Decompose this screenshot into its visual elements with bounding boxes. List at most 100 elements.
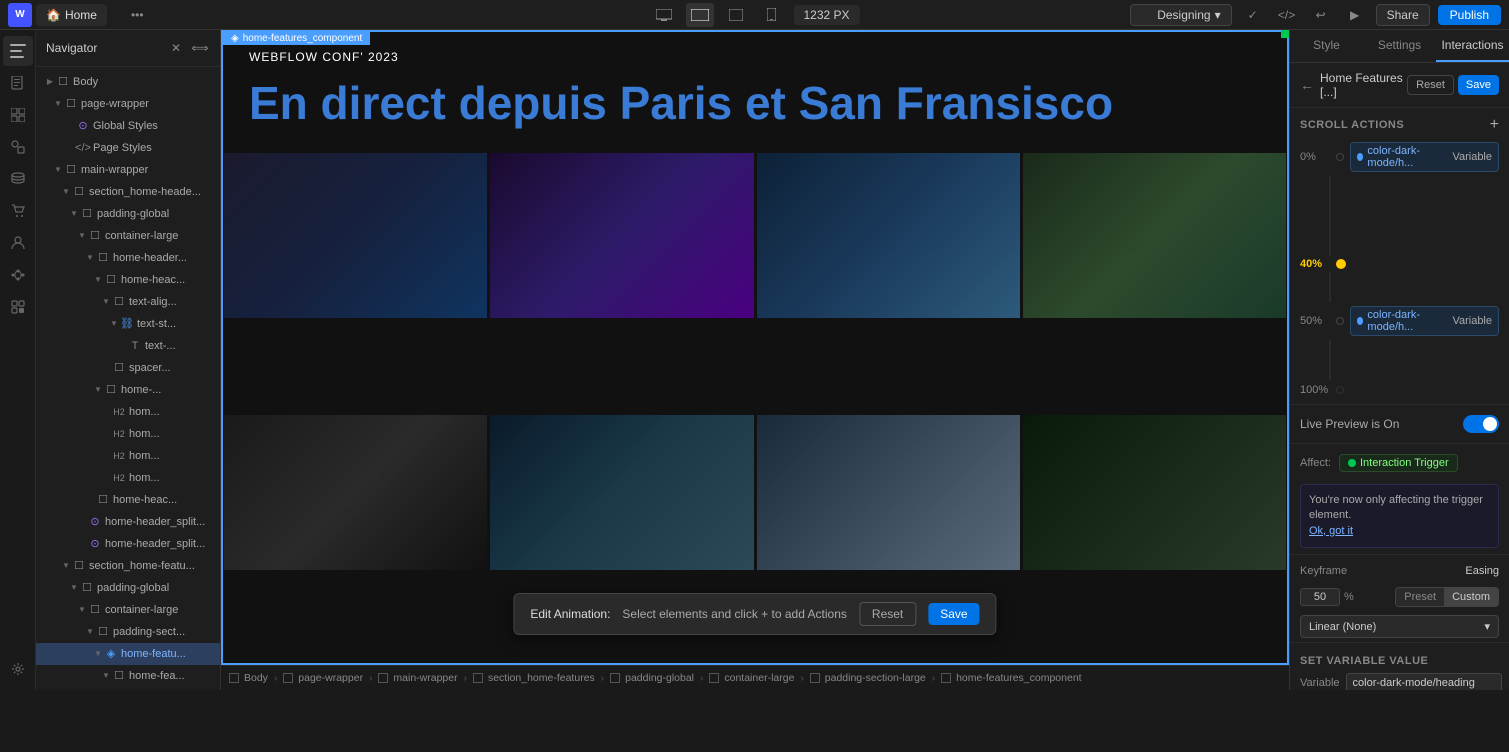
nav-item-hom-h2-1[interactable]: H2 hom... [36,401,220,423]
nav-item-header-split-2[interactable]: ⊙ home-header_split... [36,533,220,555]
history-icon-btn[interactable]: ↩ [1308,2,1334,28]
nav-item-home-fea[interactable]: ▼ ☐ home-fea... [36,665,220,687]
nav-item-home-header[interactable]: ▼ ☐ home-header... [36,247,220,269]
nav-item-page-styles[interactable]: </> Page Styles [36,137,220,159]
nav-item-home-heac-2[interactable]: ☐ home-heac... [36,489,220,511]
nav-item-section-home-header[interactable]: ▼ ☐ section_home-heade... [36,181,220,203]
toggle-text-st[interactable]: ▼ [108,318,120,330]
designing-btn[interactable]: Designing ▾ [1130,4,1231,26]
toggle-global-styles[interactable] [64,120,76,132]
edit-animation-save-btn[interactable]: Save [928,603,979,625]
toggle-home-fea[interactable]: ▼ [100,670,112,682]
variable-badge-50[interactable]: color-dark-mode/h... Variable [1350,306,1499,336]
toggle-hom-h2-3[interactable] [100,450,112,462]
apps-icon-btn[interactable] [3,292,33,322]
tab-settings[interactable]: Settings [1363,30,1436,62]
toggle-main-wrapper[interactable]: ▼ [52,164,64,176]
add-scroll-action-btn[interactable]: + [1490,116,1499,134]
variable-name-input[interactable] [1346,673,1502,690]
toggle-home-header[interactable]: ▼ [84,252,96,264]
device-desktop-btn[interactable] [649,3,677,27]
pages-icon-btn[interactable] [3,68,33,98]
device-medium-btn[interactable] [721,3,749,27]
check-icon-btn[interactable]: ✓ [1240,2,1266,28]
bc-padding-global[interactable]: padding-global [606,671,698,685]
toggle-text-alig[interactable]: ▼ [100,296,112,308]
nav-item-hom-h2-4[interactable]: H2 hom... [36,467,220,489]
canvas[interactable]: ◈ home-features_component WEBFLOW CONF' … [221,30,1289,690]
bc-body[interactable]: Body [225,671,272,685]
users-icon-btn[interactable] [3,228,33,258]
device-large-btn[interactable] [685,3,713,27]
panel-save-btn[interactable]: Save [1458,75,1499,95]
nav-item-container-large-1[interactable]: ▼ ☐ container-large [36,225,220,247]
expand-navigator-btn[interactable]: ⟺ [190,38,210,58]
toggle-hom-h2-2[interactable] [100,428,112,440]
nav-item-main-wrapper[interactable]: ▼ ☐ main-wrapper [36,159,220,181]
bc-section-home-features[interactable]: section_home-features [469,671,599,685]
nav-item-body[interactable]: ▶ ☐ Body [36,71,220,93]
cms-icon-btn[interactable] [3,164,33,194]
toggle-page-wrapper[interactable]: ▼ [52,98,64,110]
bc-padding-section-large[interactable]: padding-section-large [806,671,930,685]
nav-item-hom-h2-2[interactable]: H2 hom... [36,423,220,445]
toggle-home-group[interactable]: ▼ [92,384,104,396]
nav-item-padding-sect[interactable]: ▼ ☐ padding-sect... [36,621,220,643]
nav-item-text-node[interactable]: T text-... [36,335,220,357]
affect-value[interactable]: Interaction Trigger [1339,454,1458,472]
ecommerce-icon-btn[interactable] [3,196,33,226]
webflow-logo[interactable]: W [8,3,32,27]
bc-main-wrapper[interactable]: main-wrapper [374,671,461,685]
nav-item-container-large-2[interactable]: ▼ ☐ container-large [36,599,220,621]
ok-got-it-link[interactable]: Ok, got it [1309,525,1353,537]
panel-reset-btn[interactable]: Reset [1407,75,1454,95]
code-icon-btn[interactable]: </> [1274,2,1300,28]
toggle-spacer-1[interactable] [100,362,112,374]
back-arrow-icon[interactable]: ← [1300,77,1314,93]
nav-item-text-alig[interactable]: ▼ ☐ text-alig... [36,291,220,313]
toggle-header-split-2[interactable] [76,538,88,550]
toggle-body[interactable]: ▶ [44,76,56,88]
settings-icon-btn[interactable] [3,654,33,684]
nav-item-hom-h2-3[interactable]: H2 hom... [36,445,220,467]
toggle-home-heac[interactable]: ▼ [92,274,104,286]
bc-page-wrapper[interactable]: page-wrapper [279,671,367,685]
tab-interactions[interactable]: Interactions [1436,30,1509,62]
nav-item-home-features-component[interactable]: ▼ ◈ home-featu... [36,643,220,665]
nav-item-page-wrapper[interactable]: ▼ ☐ page-wrapper [36,93,220,115]
toggle-text-node[interactable] [116,340,128,352]
toggle-home-features-component[interactable]: ▼ [92,648,104,660]
home-tab[interactable]: 🏠 Home [36,4,107,26]
toggle-section-home-features[interactable]: ▼ [60,560,72,572]
toggle-hom-h2-4[interactable] [100,472,112,484]
components-icon-btn[interactable] [3,100,33,130]
toggle-container-large-1[interactable]: ▼ [76,230,88,242]
nav-item-padding-global-2[interactable]: ▼ ☐ padding-global [36,577,220,599]
publish-button[interactable]: Publish [1438,5,1501,25]
toggle-hom-h2-1[interactable] [100,406,112,418]
tab-style[interactable]: Style [1290,30,1363,62]
preset-btn[interactable]: Preset [1396,588,1444,606]
toggle-section-home-header[interactable]: ▼ [60,186,72,198]
toggle-header-split-1[interactable] [76,516,88,528]
nav-item-section-home-features[interactable]: ▼ ☐ section_home-featu... [36,555,220,577]
play-icon-btn[interactable]: ▶ [1342,2,1368,28]
nav-item-header-split-1[interactable]: ⊙ home-header_split... [36,511,220,533]
logic-icon-btn[interactable] [3,260,33,290]
nav-item-text-st-link[interactable]: ▼ ⛓ text-st... [36,313,220,335]
bc-container-large[interactable]: container-large [705,671,798,685]
assets-icon-btn[interactable] [3,132,33,162]
toggle-padding-global-1[interactable]: ▼ [68,208,80,220]
toggle-padding-global-2[interactable]: ▼ [68,582,80,594]
nav-item-home-heac[interactable]: ▼ ☐ home-heac... [36,269,220,291]
bc-home-features-component[interactable]: home-features_component [937,671,1086,685]
close-navigator-btn[interactable]: ✕ [166,38,186,58]
navigator-icon-btn[interactable] [3,36,33,66]
tab-overflow-dots[interactable]: ••• [131,8,144,22]
device-mobile-btn[interactable] [757,3,785,27]
share-button[interactable]: Share [1376,4,1430,26]
scroll-keyframe-40[interactable]: 40% [1290,256,1509,272]
toggle-home-heac-2[interactable] [84,494,96,506]
nav-item-padding-global-1[interactable]: ▼ ☐ padding-global [36,203,220,225]
edit-animation-reset-btn[interactable]: Reset [859,602,916,626]
